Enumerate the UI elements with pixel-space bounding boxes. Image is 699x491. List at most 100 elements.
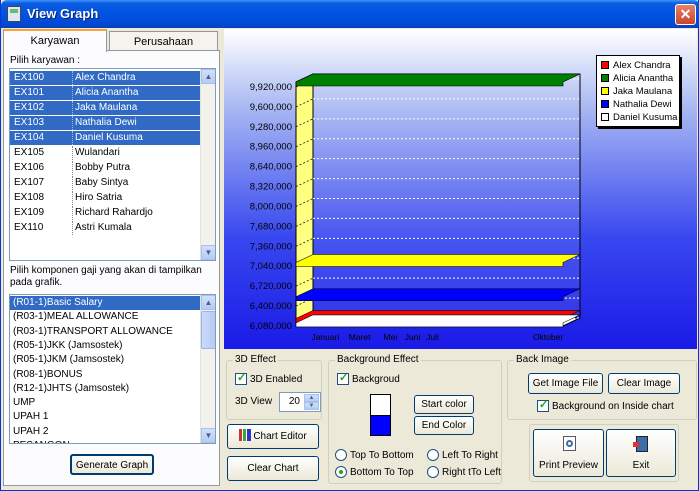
legend-swatch: [601, 100, 609, 108]
employee-name: Hiro Satria: [72, 191, 122, 205]
3d-view-spinner[interactable]: 20 ▲ ▼: [279, 392, 321, 412]
scroll-down-icon[interactable]: ▼: [201, 245, 215, 260]
background-checkbox[interactable]: Backgroud: [337, 371, 400, 385]
back-image-group: Back Image Get Image File Clear Image Ba…: [507, 354, 697, 420]
employee-row[interactable]: EX107 Baby Sintya: [10, 176, 200, 190]
radio-bottom-to-top[interactable]: Bottom To Top: [335, 466, 414, 478]
start-color-button[interactable]: Start color: [414, 395, 474, 414]
component-item[interactable]: (R03-1)TRANSPORT ALLOWANCE: [10, 325, 200, 339]
tab-karyawan[interactable]: Karyawan: [3, 29, 107, 52]
generate-graph-button[interactable]: Generate Graph: [70, 454, 154, 475]
x-tick-label: Juni: [405, 332, 421, 342]
component-list[interactable]: PESANGONUPAH 2UPAH 1UMP(R12-1)JHTS (Jams…: [9, 294, 216, 444]
scroll-up-icon[interactable]: ▲: [201, 69, 215, 84]
background-effect-title: Background Effect: [335, 354, 421, 365]
scroll-down-icon[interactable]: ▼: [201, 428, 215, 443]
y-tick-label: 7,360,000: [250, 241, 292, 252]
component-item[interactable]: (R08-1)BONUS: [10, 368, 200, 382]
close-button[interactable]: ✕: [675, 4, 696, 25]
legend-item: Alicia Anantha: [601, 73, 673, 85]
y-tick-label: 7,680,000: [250, 221, 292, 232]
component-item[interactable]: (R12-1)JHTS (Jamsostek): [10, 382, 200, 396]
chart-back-wall: [312, 73, 581, 319]
get-image-file-label: Get Image File: [532, 378, 599, 389]
employee-row[interactable]: EX109 Richard Rahardjo: [10, 206, 200, 220]
chart-editor-button[interactable]: Chart Editor: [227, 424, 319, 449]
employee-row[interactable]: EX108 Hiro Satria: [10, 191, 200, 205]
legend-swatch: [601, 87, 609, 95]
clear-chart-button[interactable]: Clear Chart: [227, 456, 319, 481]
component-item[interactable]: (R05-1)JKK (Jamsostek): [10, 339, 200, 353]
y-tick-label: 6,080,000: [250, 321, 292, 332]
component-item[interactable]: UPAH 2: [10, 425, 200, 439]
spinner-down-icon[interactable]: ▼: [304, 402, 319, 410]
chart-area[interactable]: 6,080,000 6,400,000 6,720,000 7,040,000 7,36…: [224, 29, 697, 349]
radio-icon: [427, 466, 439, 478]
print-preview-icon: [563, 436, 576, 451]
employee-row[interactable]: EX102 Jaka Maulana: [10, 101, 200, 115]
employee-name: Astri Kumala: [72, 221, 132, 235]
end-color-label: End Color: [421, 420, 467, 431]
employee-name: Alicia Anantha: [72, 86, 138, 100]
employee-code: EX110: [14, 222, 44, 233]
component-item[interactable]: UPAH 1: [10, 410, 200, 424]
employee-row[interactable]: EX100 Alex Chandra: [10, 71, 200, 85]
x-tick-label: Januari: [311, 332, 339, 342]
radio-selected-icon: [335, 466, 347, 478]
radio-top-to-bottom[interactable]: Top To Bottom: [335, 449, 414, 461]
employee-name: Daniel Kusuma: [72, 131, 143, 145]
title-bar[interactable]: View Graph ✕: [1, 0, 699, 28]
checkbox-check-icon: [537, 398, 549, 412]
window-title: View Graph: [27, 6, 99, 21]
employee-code: EX100: [14, 72, 45, 83]
y-tick-label: 6,400,000: [250, 301, 292, 312]
employee-code: EX107: [14, 177, 45, 188]
employee-row[interactable]: EX104 Daniel Kusuma: [10, 131, 200, 145]
radio-label: Top To Bottom: [350, 450, 414, 461]
component-item[interactable]: (R03-1)MEAL ALLOWANCE: [10, 310, 200, 324]
chart-legend: Alex Chandra Alicia Anantha Jaka Maulana Na…: [596, 55, 680, 127]
component-item[interactable]: (R01-1)Basic Salary: [10, 296, 200, 310]
tab-perusahaan[interactable]: Perusahaan: [109, 31, 218, 51]
component-item[interactable]: (R05-1)JKM (Jamsostek): [10, 353, 200, 367]
print-preview-button[interactable]: Print Preview: [533, 429, 604, 477]
background-inside-chart-label: Background on Inside chart: [552, 401, 674, 412]
legend-swatch: [601, 74, 609, 82]
legend-label: Alicia Anantha: [613, 73, 674, 84]
left-panel: Pilih karyawan : EX110 Astri Kumala EX109 R…: [3, 50, 220, 486]
scroll-thumb[interactable]: [201, 311, 215, 349]
enable-3d-checkbox[interactable]: 3D Enabled: [235, 371, 302, 385]
clear-image-label: Clear Image: [616, 378, 672, 389]
exit-door-icon: [633, 436, 648, 452]
employee-code: EX109: [14, 207, 45, 218]
component-item[interactable]: UMP: [10, 396, 200, 410]
clear-image-button[interactable]: Clear Image: [608, 373, 680, 394]
employee-row[interactable]: EX105 Wulandari: [10, 146, 200, 160]
radio-left-to-right[interactable]: Left To Right: [427, 449, 498, 461]
y-tick-label: 9,600,000: [250, 102, 292, 113]
employee-row[interactable]: EX110 Astri Kumala: [10, 221, 200, 235]
scroll-up-icon[interactable]: ▲: [201, 295, 215, 310]
radio-right-to-left[interactable]: Right tTo Left: [427, 466, 501, 478]
series-line-alicia-anantha: [295, 73, 581, 87]
employee-row[interactable]: EX101 Alicia Anantha: [10, 86, 200, 100]
employee-label: Pilih karyawan :: [10, 55, 81, 66]
employee-code: EX106: [14, 162, 45, 173]
y-tick-label: 8,320,000: [250, 182, 292, 193]
background-inside-chart-checkbox[interactable]: Background on Inside chart: [537, 398, 674, 412]
employee-row[interactable]: EX106 Bobby Putra: [10, 161, 200, 175]
get-image-file-button[interactable]: Get Image File: [528, 373, 603, 394]
end-color-swatch: [370, 415, 391, 436]
exit-button[interactable]: Exit: [606, 429, 676, 477]
employee-list[interactable]: EX110 Astri Kumala EX109 Richard Rahardjo EX…: [9, 68, 216, 261]
legend-item: Jaka Maulana: [601, 86, 672, 98]
component-label-line1: Pilih komponen gaji yang akan di tampilk…: [10, 265, 202, 276]
series-line-nathalia-dewi: [295, 288, 581, 302]
component-item[interactable]: PESANGON: [10, 439, 200, 443]
employee-list-scrollbar[interactable]: ▲ ▼: [200, 69, 215, 260]
employee-row[interactable]: EX103 Nathalia Dewi: [10, 116, 200, 130]
y-tick-label: 8,000,000: [250, 201, 292, 212]
spinner-up-icon[interactable]: ▲: [304, 394, 319, 402]
component-list-scrollbar[interactable]: ▲ ▼: [200, 295, 215, 443]
end-color-button[interactable]: End Color: [414, 416, 474, 435]
